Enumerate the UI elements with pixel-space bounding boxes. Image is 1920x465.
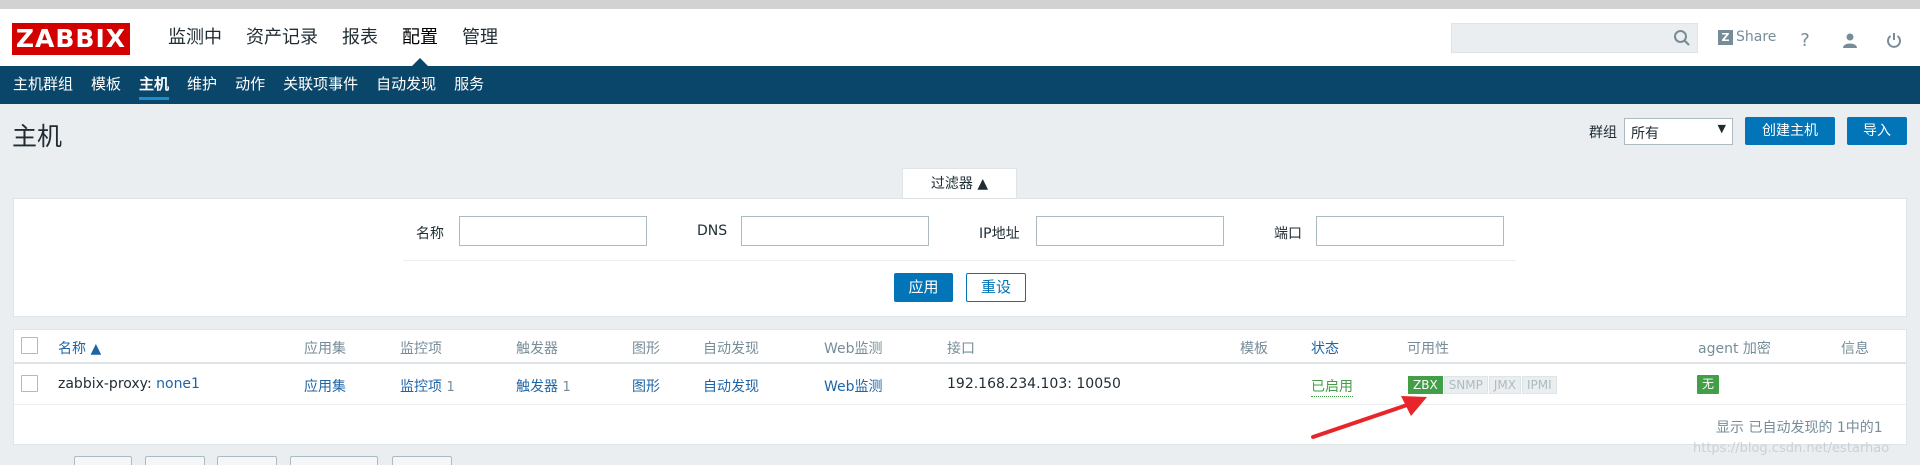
sub-menu: 主机群组 模板 主机 维护 动作 关联项事件 自动发现 服务	[0, 66, 1920, 104]
filter-dns-label: DNS	[697, 223, 728, 239]
mass-action-button-5[interactable]	[392, 456, 452, 465]
web-monitoring-link[interactable]: Web监测	[824, 376, 883, 396]
filter-port-input[interactable]	[1316, 216, 1504, 246]
triggers-link[interactable]: 触发器	[516, 379, 558, 395]
col-header-triggers: 触发器	[516, 341, 558, 357]
select-all-checkbox[interactable]	[21, 337, 38, 354]
zabbix-logo[interactable]: ZABBIX	[12, 23, 130, 55]
mass-action-button-2[interactable]	[145, 456, 205, 465]
interface-cell: 192.168.234.103: 10050	[947, 376, 1121, 392]
row-divider	[14, 404, 1906, 405]
watermark: https://blog.csdn.net/estarhao	[1693, 441, 1890, 456]
main-menu-administration[interactable]: 管理	[450, 9, 510, 66]
col-header-templates: 模板	[1240, 341, 1268, 357]
col-header-web: Web监测	[824, 341, 883, 357]
row-checkbox[interactable]	[21, 375, 38, 392]
col-header-availability: 可用性	[1407, 341, 1449, 357]
user-profile-icon[interactable]	[1840, 30, 1860, 50]
search-icon[interactable]	[1673, 29, 1691, 47]
create-host-button[interactable]: 创建主机	[1745, 117, 1835, 145]
filter-ip-label: IP地址	[979, 226, 1020, 242]
import-button[interactable]: 导入	[1847, 117, 1907, 145]
mass-action-button-4[interactable]	[290, 456, 378, 465]
help-icon[interactable]: ?	[1795, 30, 1815, 51]
col-header-info: 信息	[1841, 341, 1869, 357]
search-input[interactable]	[1451, 23, 1698, 53]
sub-menu-maintenance[interactable]: 维护	[178, 66, 226, 104]
items-count: 1	[446, 380, 455, 395]
page-title: 主机	[12, 122, 63, 151]
graphs-link[interactable]: 图形	[632, 376, 660, 396]
power-sign-out-icon[interactable]	[1884, 30, 1904, 50]
main-menu-inventory[interactable]: 资产记录	[234, 9, 330, 66]
apply-button[interactable]: 应用	[894, 273, 953, 302]
sub-menu-host-groups[interactable]: 主机群组	[4, 66, 82, 104]
filter-port-label: 端口	[1274, 226, 1302, 242]
main-menu: 监测中 资产记录 报表 配置 管理	[156, 9, 510, 66]
sub-menu-templates[interactable]: 模板	[82, 66, 130, 104]
group-select-value: 所有	[1631, 126, 1659, 142]
sub-menu-correlation[interactable]: 关联项事件	[274, 66, 367, 104]
filter-ip-input[interactable]	[1036, 216, 1224, 246]
col-header-applications: 应用集	[304, 341, 346, 357]
items-cell: 监控项 1	[400, 376, 455, 396]
sub-menu-hosts[interactable]: 主机	[130, 66, 178, 104]
col-header-graphs: 图形	[632, 341, 660, 357]
filter-name-input[interactable]	[459, 216, 647, 246]
reset-button[interactable]: 重设	[966, 273, 1026, 302]
col-header-agent-encryption: agent 加密	[1698, 341, 1771, 357]
sub-menu-discovery[interactable]: 自动发现	[367, 66, 445, 104]
main-menu-reports[interactable]: 报表	[330, 9, 390, 66]
filter-tab[interactable]: 过滤器 ▲	[902, 168, 1017, 199]
mass-action-button-1[interactable]	[74, 456, 132, 465]
applications-link[interactable]: 应用集	[304, 376, 346, 396]
group-label: 群组	[1589, 125, 1617, 141]
annotation-arrow-icon	[1311, 396, 1427, 439]
col-header-status[interactable]: 状态	[1311, 338, 1339, 358]
triggers-cell: 触发器 1	[516, 376, 571, 396]
discovery-link[interactable]: 自动发现	[703, 376, 759, 396]
filter-divider	[403, 260, 1516, 261]
col-header-name[interactable]: 名称 ▲	[58, 338, 101, 358]
mass-action-button-3[interactable]	[217, 456, 277, 465]
availability-snmp-badge: SNMP	[1443, 376, 1488, 394]
filter-panel	[13, 198, 1907, 317]
col-header-items: 监控项	[400, 341, 442, 357]
col-header-discovery: 自动发现	[703, 341, 759, 357]
table-footer-count: 显示 已自动发现的 1中的1	[1716, 420, 1883, 436]
availability-ipmi-badge: IPMI	[1522, 376, 1557, 394]
items-link[interactable]: 监控项	[400, 379, 442, 395]
sub-menu-actions[interactable]: 动作	[226, 66, 274, 104]
share-z-icon: Z	[1718, 29, 1733, 45]
filter-dns-input[interactable]	[741, 216, 929, 246]
host-name-link[interactable]: none1	[156, 376, 200, 392]
share-button[interactable]: Z Share	[1718, 29, 1776, 45]
sub-menu-services[interactable]: 服务	[445, 66, 493, 104]
col-header-interface: 接口	[947, 341, 975, 357]
header-divider	[14, 362, 1906, 364]
main-menu-monitoring[interactable]: 监测中	[156, 9, 234, 66]
top-header: ZABBIX 监测中 资产记录 报表 配置 管理 Z Share ?	[0, 0, 1920, 66]
encryption-badge: 无	[1697, 375, 1720, 394]
host-name-prefix: zabbix-proxy:	[58, 376, 157, 392]
triggers-count: 1	[562, 380, 571, 395]
main-menu-configuration[interactable]: 配置	[390, 9, 450, 66]
share-label: Share	[1736, 29, 1777, 45]
dropdown-arrow-icon: ▼	[1717, 122, 1726, 135]
availability-jmx-badge: JMX	[1488, 376, 1521, 394]
filter-name-label: 名称	[416, 226, 444, 242]
host-name-cell: zabbix-proxy: none1	[58, 376, 200, 392]
group-select[interactable]: 所有 ▼	[1624, 118, 1733, 145]
